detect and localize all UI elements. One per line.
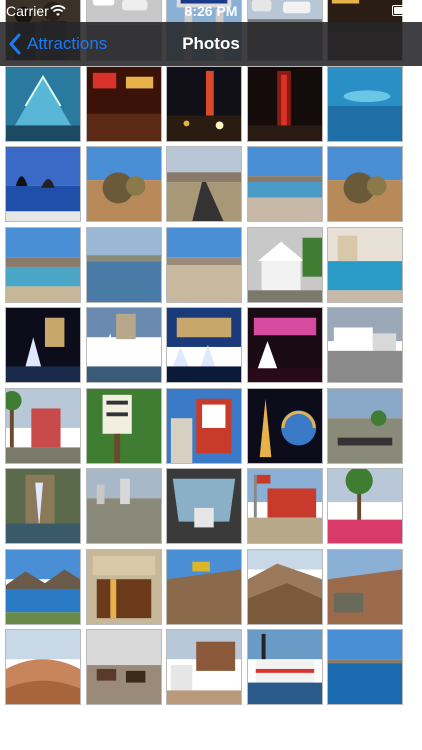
photo-grid xyxy=(0,0,422,750)
photo-thumbnail[interactable] xyxy=(85,629,162,705)
photo-thumbnail[interactable] xyxy=(246,629,323,705)
photo-thumbnail[interactable] xyxy=(246,146,323,222)
photo-thumbnail[interactable] xyxy=(246,307,323,383)
photo-thumbnail[interactable] xyxy=(327,226,403,303)
photo-thumbnail[interactable] xyxy=(166,468,242,544)
photo-thumbnail[interactable] xyxy=(246,548,323,625)
photo-thumbnail[interactable] xyxy=(85,548,162,625)
photo-thumbnail[interactable] xyxy=(5,146,81,222)
photo-thumbnail[interactable] xyxy=(85,65,162,142)
photo-thumbnail[interactable] xyxy=(327,146,403,222)
photo-thumbnail[interactable] xyxy=(5,226,81,303)
photo-thumbnail[interactable] xyxy=(327,307,403,383)
photo-thumbnail[interactable] xyxy=(327,548,403,625)
photo-thumbnail[interactable] xyxy=(166,548,242,625)
photo-thumbnail[interactable] xyxy=(5,65,81,142)
photo-thumbnail[interactable] xyxy=(5,629,81,705)
photo-thumbnail[interactable] xyxy=(85,146,162,222)
photo-thumbnail[interactable] xyxy=(85,387,162,464)
battery-icon xyxy=(392,5,418,16)
status-bar: Carrier 8:26 PM xyxy=(0,0,422,22)
photo-thumbnail[interactable] xyxy=(246,65,323,142)
back-button[interactable]: Attractions xyxy=(8,22,107,66)
photo-thumbnail[interactable] xyxy=(246,387,323,464)
photo-thumbnail[interactable] xyxy=(85,226,162,303)
photo-thumbnail[interactable] xyxy=(166,65,242,142)
photo-thumbnail[interactable] xyxy=(5,387,81,464)
navigation-bar: Photos Attractions xyxy=(0,22,422,66)
photo-thumbnail[interactable] xyxy=(327,629,403,705)
chevron-left-icon xyxy=(9,33,21,55)
photo-thumbnail[interactable] xyxy=(166,307,242,383)
photo-thumbnail[interactable] xyxy=(166,387,242,464)
photo-thumbnail[interactable] xyxy=(85,307,162,383)
photo-thumbnail[interactable] xyxy=(327,387,403,464)
photo-thumbnail[interactable] xyxy=(246,226,323,303)
photo-thumbnail[interactable] xyxy=(327,468,403,544)
photo-thumbnail[interactable] xyxy=(246,468,323,544)
photo-thumbnail[interactable] xyxy=(327,65,403,142)
back-button-label: Attractions xyxy=(27,34,108,53)
photo-thumbnail[interactable] xyxy=(5,548,81,625)
photo-thumbnail[interactable] xyxy=(166,226,242,303)
photo-thumbnail[interactable] xyxy=(166,146,242,222)
photo-thumbnail[interactable] xyxy=(85,468,162,544)
photo-thumbnail[interactable] xyxy=(5,307,81,383)
photo-thumbnail[interactable] xyxy=(166,629,242,705)
photo-thumbnail[interactable] xyxy=(5,468,81,544)
status-time: 8:26 PM xyxy=(184,3,238,19)
